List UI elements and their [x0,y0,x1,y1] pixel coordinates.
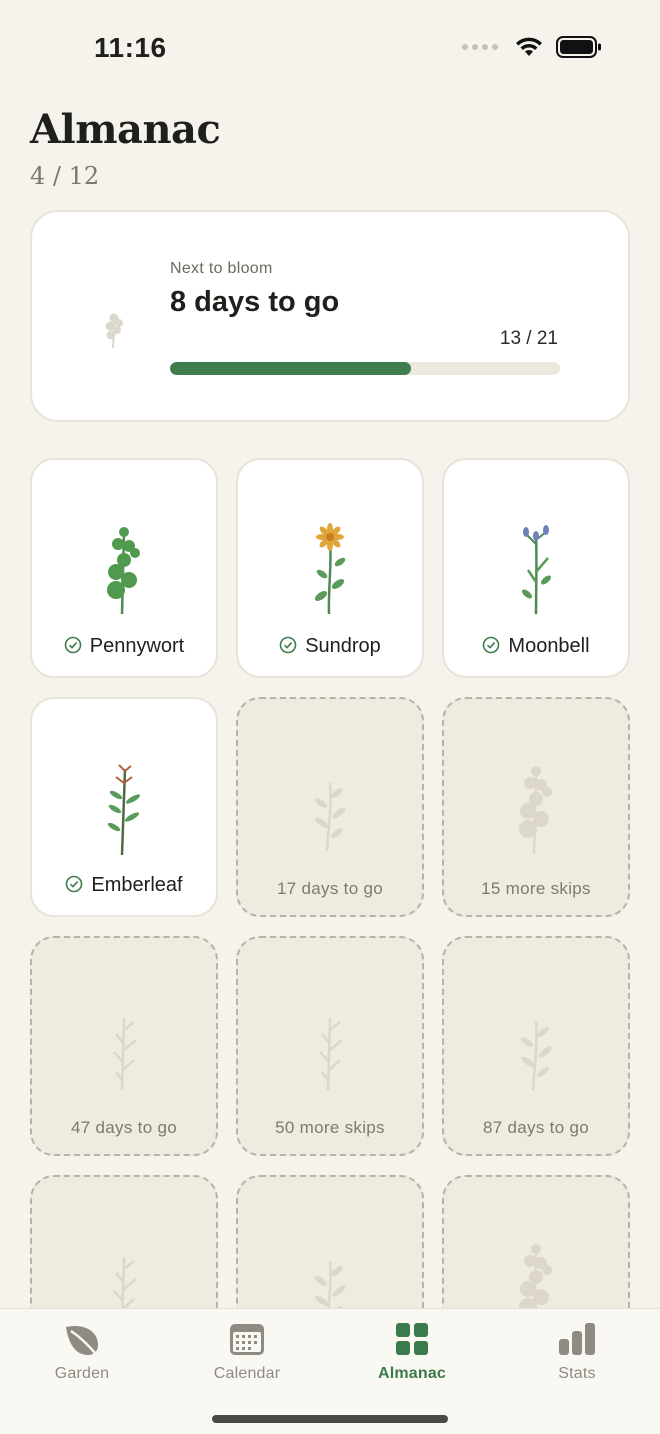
home-indicator[interactable] [212,1415,448,1423]
locked-fern-plant-icon [94,1239,154,1308]
tile-caption-text: 50 more skips [275,1118,385,1137]
status-time: 11:16 [94,32,167,63]
calendar-icon [230,1324,264,1355]
tile-caption-text: Sundrop [305,635,381,657]
locked-fern-plant-icon [300,1000,360,1096]
tile-unlock-hint: 50 more skips [238,1118,422,1138]
tab-garden-label: Garden [54,1365,110,1382]
moonbell-plant-icon [506,522,566,618]
locked-sprig-plant-icon [506,1000,566,1096]
locked-sprig-plant-icon [300,761,360,857]
tile-unlock-hint: 17 days to go [238,879,422,899]
tile-caption-text: Emberleaf [91,874,183,896]
tab-garden[interactable]: Garden [22,1319,142,1383]
tile-unlock-hint: 15 more skips [444,879,628,899]
locked-sprig-plant-icon [300,1239,360,1308]
tab-almanac[interactable]: Almanac [352,1319,472,1383]
locked-plant-tile[interactable]: 15 more skips [442,697,630,917]
tile-plant-name: Emberleaf [32,874,216,897]
next-plant-silhouette-icon [105,313,123,349]
tab-calendar[interactable]: Calendar [187,1319,307,1383]
locked-plant-tile[interactable]: 17 days to go [236,697,424,917]
plant-tile-sundrop[interactable]: Sundrop [236,458,424,678]
tab-stats[interactable]: Stats [517,1319,637,1383]
next-bloom-progress-text: 13 / 21 [499,328,558,349]
locked-plant-tile[interactable] [442,1175,630,1308]
leaf-icon [66,1325,98,1355]
tile-caption-text: 15 more skips [481,879,591,898]
bar-chart-icon [559,1323,595,1355]
wifi-icon [516,37,542,56]
tab-bar: Garden Calendar Almanac Stats [0,1308,660,1434]
tile-caption-text: Moonbell [508,635,590,657]
locked-plant-tile[interactable] [236,1175,424,1308]
locked-pennywort-plant-icon [506,1239,566,1308]
check-circle-icon [279,636,297,654]
tile-plant-name: Sundrop [238,635,422,658]
status-bar: 11:16 [0,0,660,96]
plant-tile-moonbell[interactable]: Moonbell [442,458,630,678]
status-icons [462,36,602,58]
locked-pennywort-plant-icon [506,761,566,857]
pennywort-plant-icon [94,522,154,618]
next-bloom-countdown: 8 days to go [170,286,340,318]
page-title: Almanac [30,106,221,153]
locked-fern-plant-icon [94,1000,154,1096]
emberleaf-plant-icon [94,761,154,857]
tile-unlock-hint: 47 days to go [32,1118,216,1138]
next-bloom-progress-fill [170,362,412,375]
cellular-signal-icon [462,44,498,50]
next-bloom-label: Next to bloom [170,260,273,277]
check-circle-icon [483,636,500,654]
tile-caption-text: Pennywort [89,635,185,657]
tile-caption-text: 17 days to go [277,879,383,898]
tile-unlock-hint: 87 days to go [444,1118,628,1138]
locked-plant-tile[interactable] [30,1175,218,1308]
locked-plant-tile[interactable]: 50 more skips [236,936,424,1156]
tile-caption-text: 87 days to go [483,1118,589,1137]
tile-plant-name: Pennywort [32,635,216,658]
tab-stats-label: Stats [558,1365,596,1382]
next-bloom-card[interactable]: Next to bloom 8 days to go 13 / 21 [30,210,630,422]
tab-calendar-label: Calendar [213,1365,281,1382]
locked-plant-tile[interactable]: 87 days to go [442,936,630,1156]
plant-tile-emberleaf[interactable]: Emberleaf [30,697,218,917]
sundrop-plant-icon [300,522,360,618]
locked-plant-tile[interactable]: 47 days to go [30,936,218,1156]
check-circle-icon [64,636,82,654]
next-bloom-progress-bar [170,362,560,375]
tab-almanac-label: Almanac [377,1365,447,1382]
tile-plant-name: Moonbell [444,635,628,658]
almanac-grid-scroll[interactable]: Pennywort Sundrop Moonbell Emberleaf 17 … [0,456,660,1308]
collection-count: 4 / 12 [30,162,100,190]
plant-tile-pennywort[interactable]: Pennywort [30,458,218,678]
tile-caption-text: 47 days to go [71,1118,177,1137]
grid-icon [396,1323,428,1355]
check-circle-icon [66,875,83,893]
battery-icon [556,36,601,58]
almanac-grid: Pennywort Sundrop Moonbell Emberleaf 17 … [30,458,630,1308]
